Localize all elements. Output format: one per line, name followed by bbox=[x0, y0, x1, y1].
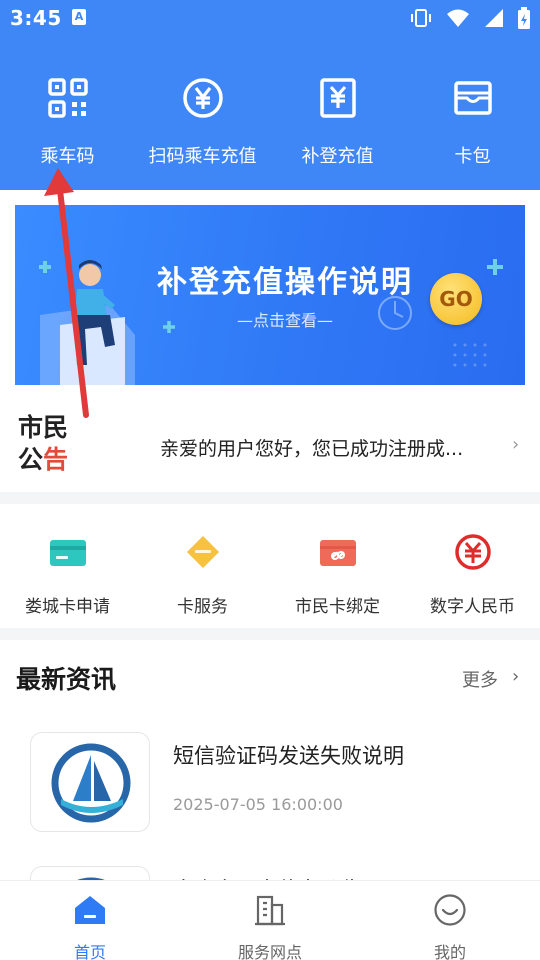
qnav-scan-recharge[interactable]: 扫码乘车充值 bbox=[135, 76, 270, 168]
qr-code-icon bbox=[47, 78, 88, 118]
news-item[interactable]: 短信验证码发送失败说明 2025-07-05 16:00:00 bbox=[0, 732, 540, 862]
service-label: 娄城卡申请 bbox=[25, 597, 110, 617]
yen-circle-icon bbox=[182, 78, 223, 118]
home-icon bbox=[75, 896, 105, 924]
card-apply-icon bbox=[49, 540, 86, 566]
services-grid: 娄城卡申请 卡服务 市民卡绑定 数字人民币 bbox=[0, 504, 540, 628]
news-thumbnail bbox=[30, 732, 150, 832]
header-quick-nav: 乘车码 扫码乘车充值 补登充值 卡包 bbox=[0, 36, 540, 190]
tab-home[interactable]: 首页 bbox=[0, 893, 180, 960]
news-heading: 最新资讯 bbox=[16, 665, 117, 694]
tab-profile[interactable]: 我的 bbox=[360, 893, 540, 960]
qnav-card-wallet-label: 卡包 bbox=[454, 146, 491, 167]
tab-service-outlets-label: 服务网点 bbox=[237, 943, 302, 960]
qnav-supplement-recharge-label: 补登充值 bbox=[301, 146, 374, 167]
digital-rmb-icon bbox=[454, 534, 491, 570]
banner-recharge-guide[interactable]: 补登充值操作说明 —点击查看— GO bbox=[15, 205, 525, 385]
status-icons bbox=[410, 7, 530, 29]
notice-label-line2-a: 公 bbox=[18, 445, 44, 474]
citizen-notice[interactable]: 市民 公告 亲爱的用户您好，您已成功注册成... › bbox=[0, 400, 540, 492]
service-label: 市民卡绑定 bbox=[295, 597, 380, 617]
go-badge-icon: GO bbox=[430, 273, 482, 325]
qnav-scan-recharge-label: 扫码乘车充值 bbox=[148, 146, 257, 167]
building-icon bbox=[255, 895, 285, 926]
status-time: 3:45 bbox=[10, 6, 62, 30]
bottom-tab-bar: 首页 服务网点 我的 bbox=[0, 880, 540, 960]
yen-document-icon bbox=[319, 78, 356, 118]
news-section: 最新资讯 更多 › 短信验证码发送失败说明 2025-07-05 16:00:0… bbox=[0, 640, 540, 890]
notification-a-icon: A bbox=[72, 9, 86, 25]
card-wallet-icon bbox=[453, 81, 492, 115]
news-item-title: 短信验证码发送失败说明 bbox=[173, 744, 404, 768]
service-label: 数字人民币 bbox=[430, 597, 515, 617]
news-item-date: 2025-07-05 16:00:00 bbox=[173, 795, 343, 814]
tab-home-label: 首页 bbox=[73, 943, 106, 960]
notice-label-line2: 公告 bbox=[18, 444, 78, 476]
notice-text: 亲爱的用户您好，您已成功注册成... bbox=[160, 438, 464, 460]
notice-label: 市民 公告 bbox=[18, 412, 78, 476]
qnav-card-wallet[interactable]: 卡包 bbox=[405, 76, 540, 168]
card-bind-icon bbox=[319, 540, 356, 566]
profile-smile-icon bbox=[434, 894, 466, 926]
notice-label-line2-b: 告 bbox=[43, 445, 69, 474]
qnav-ride-code-label: 乘车码 bbox=[40, 146, 95, 167]
chevron-right-icon: › bbox=[512, 434, 520, 455]
sailboat-logo-icon bbox=[51, 743, 131, 823]
qnav-supplement-recharge[interactable]: 补登充值 bbox=[270, 76, 405, 168]
service-label: 卡服务 bbox=[177, 597, 228, 617]
banner-subtitle: —点击查看— bbox=[236, 311, 333, 330]
service-card-service[interactable]: 卡服务 bbox=[135, 534, 270, 617]
wifi-icon bbox=[447, 9, 469, 27]
card-service-icon bbox=[186, 536, 219, 568]
status-bar: 3:45 A bbox=[0, 0, 540, 36]
tab-profile-label: 我的 bbox=[433, 943, 466, 960]
battery-icon bbox=[518, 7, 530, 29]
banner-section: 补登充值操作说明 —点击查看— GO bbox=[0, 190, 540, 400]
vibrate-icon bbox=[411, 9, 431, 27]
signal-icon bbox=[485, 9, 503, 27]
news-more-link[interactable]: 更多 bbox=[462, 666, 498, 692]
service-loucheng-card-apply[interactable]: 娄城卡申请 bbox=[0, 534, 135, 617]
banner-title: 补登充值操作说明 bbox=[157, 265, 413, 300]
service-citizen-card-bind[interactable]: 市民卡绑定 bbox=[270, 534, 405, 617]
tab-service-outlets[interactable]: 服务网点 bbox=[180, 893, 360, 960]
service-digital-rmb[interactable]: 数字人民币 bbox=[405, 534, 540, 617]
notice-label-line1: 市民 bbox=[18, 413, 69, 442]
qnav-ride-code[interactable]: 乘车码 bbox=[0, 76, 135, 168]
chevron-right-icon[interactable]: › bbox=[512, 666, 519, 687]
